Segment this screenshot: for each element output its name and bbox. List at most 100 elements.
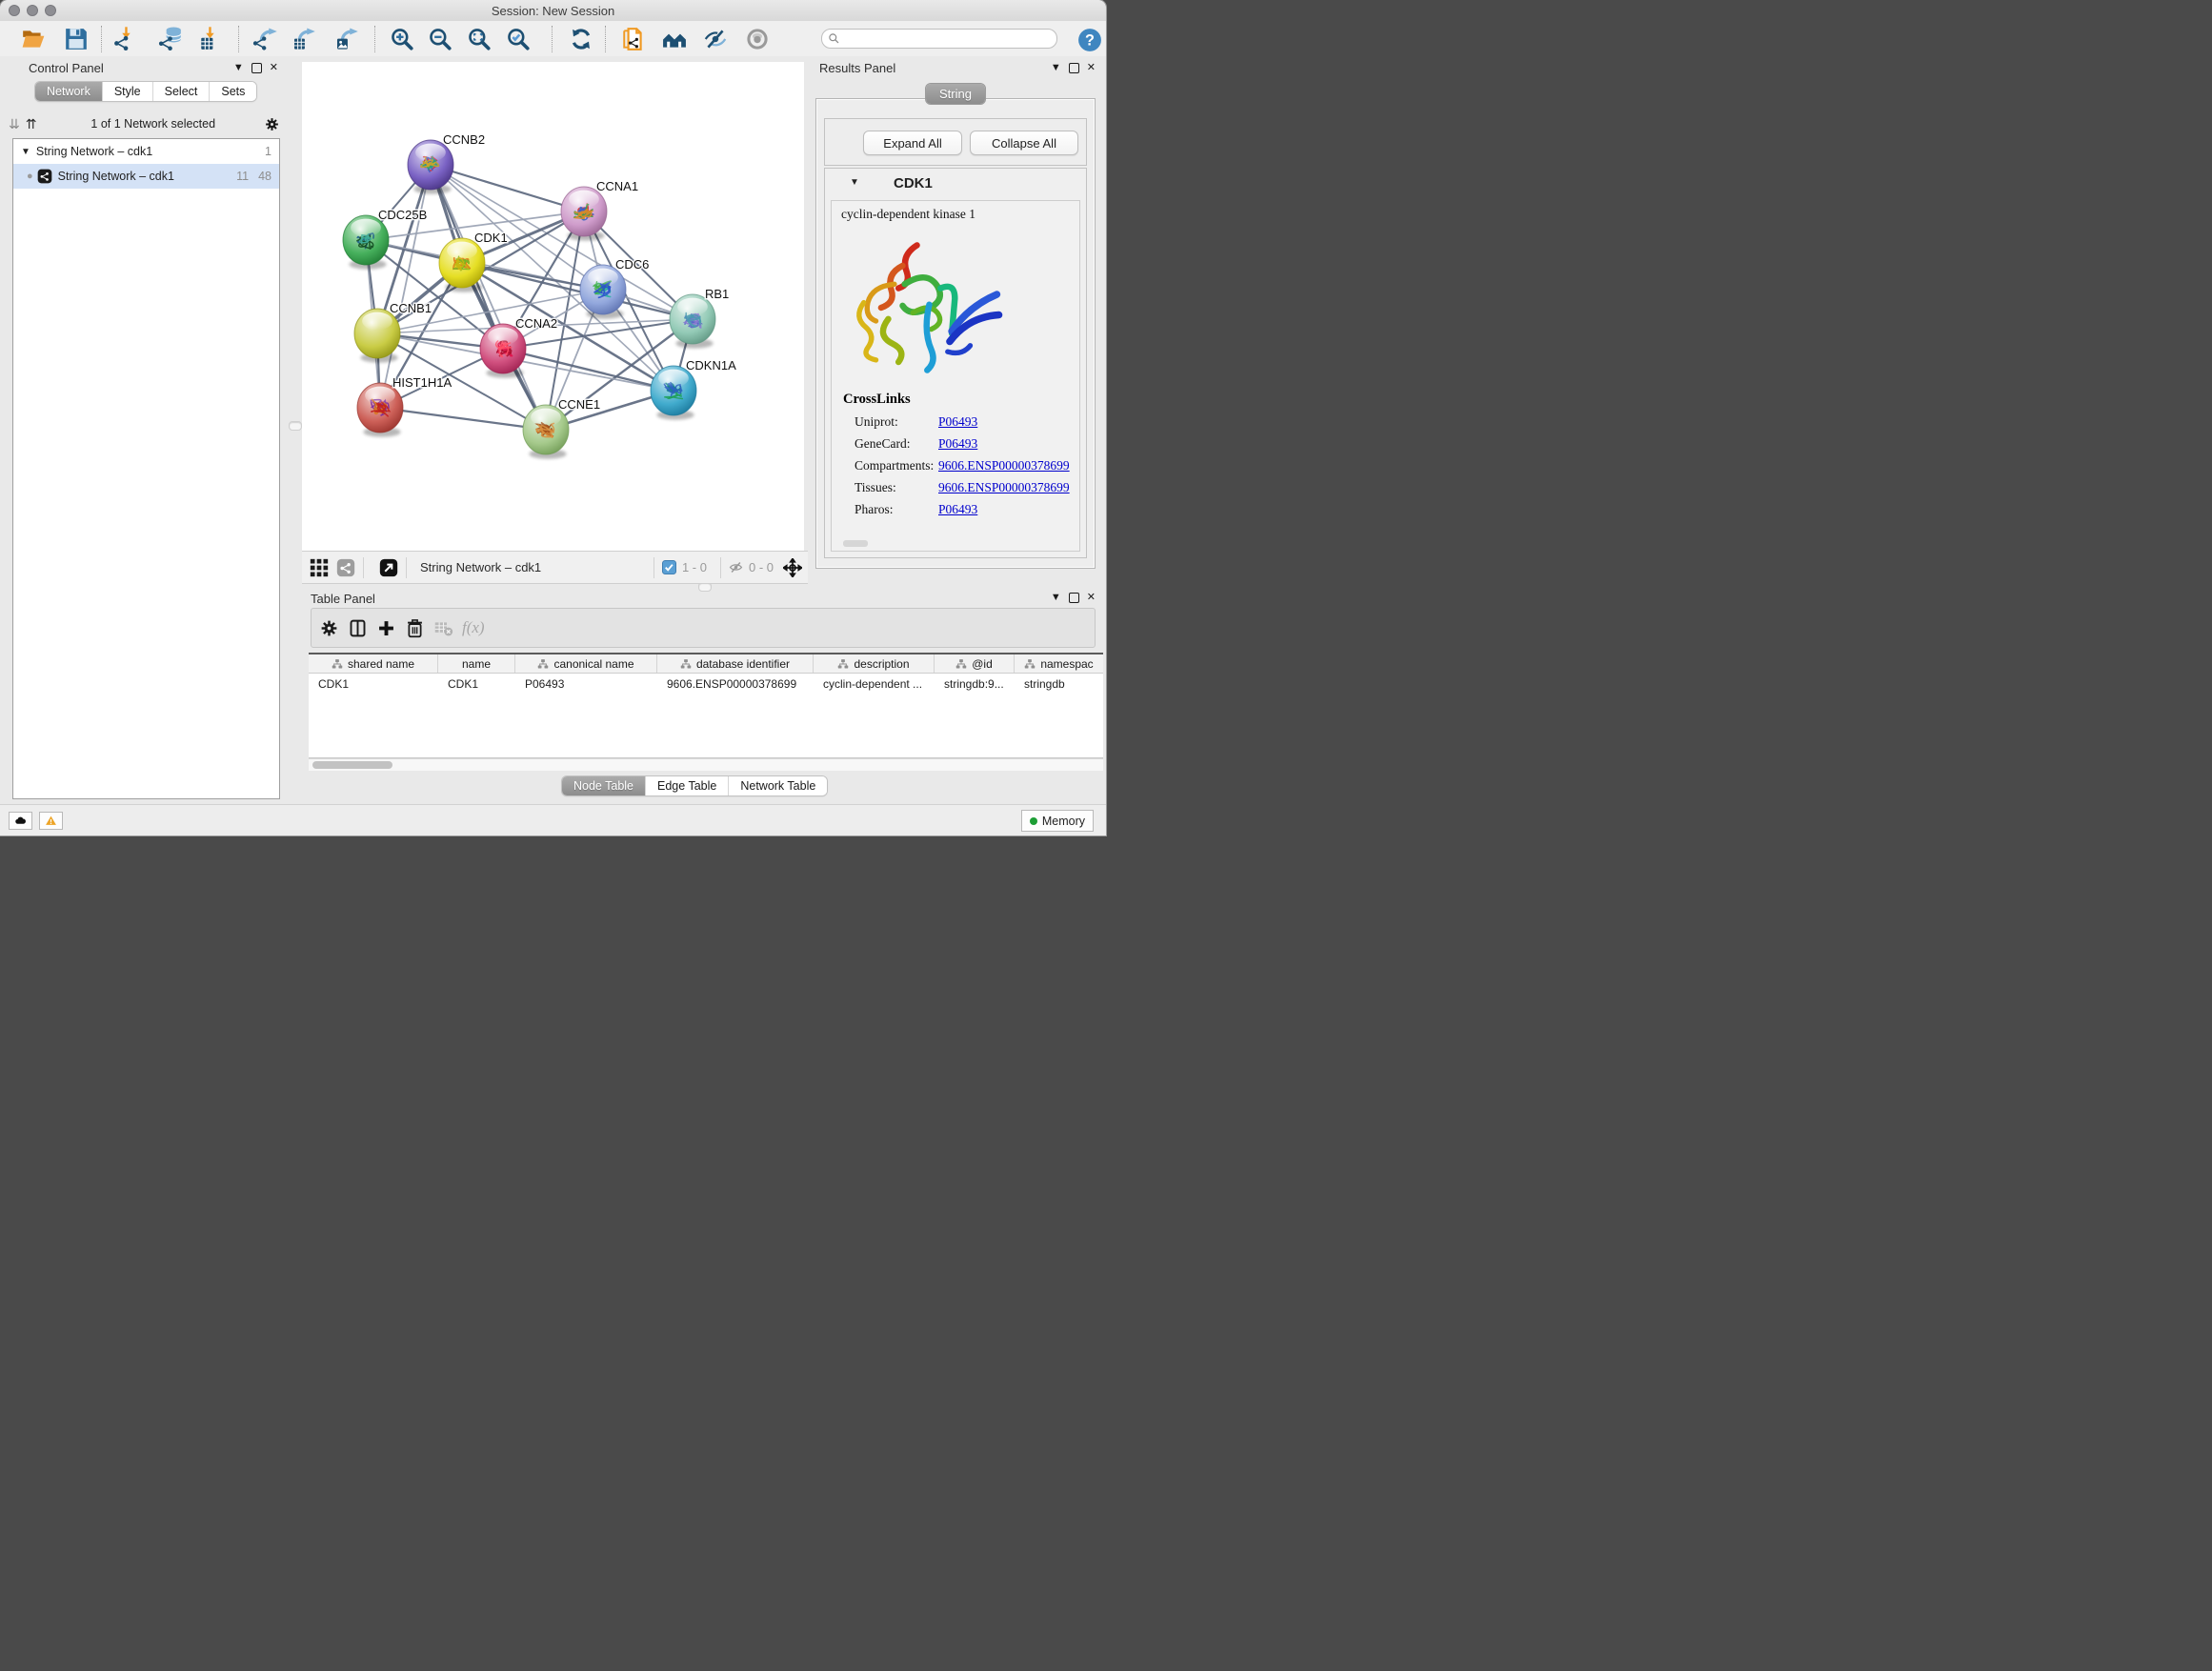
network-collection-row[interactable]: ▼ String Network – cdk1 1 (13, 139, 279, 164)
column-header-id[interactable]: @id (935, 654, 1015, 673)
delete-column-icon[interactable] (405, 618, 425, 638)
column-header-shared-name[interactable]: shared name (309, 654, 438, 673)
gene-section-header[interactable]: ▼ CDK1 (825, 169, 1086, 199)
column-header-description[interactable]: description (814, 654, 935, 673)
birds-eye-view-icon[interactable] (310, 558, 329, 577)
network-node-CDK1[interactable] (439, 238, 485, 292)
results-panel-title: Results Panel (819, 61, 895, 75)
tab-network[interactable]: Network (35, 82, 102, 101)
table-row[interactable]: CDK1 CDK1 P06493 9606.ENSP00000378699 cy… (309, 674, 1103, 695)
tab-string[interactable]: String (926, 84, 985, 104)
network-edge[interactable] (431, 165, 546, 430)
search-icon (828, 32, 840, 45)
import-network-database-icon[interactable] (158, 27, 183, 51)
tab-network-table[interactable]: Network Table (728, 776, 827, 795)
results-horizontal-scrollbar[interactable] (843, 540, 868, 547)
expand-all-networks-icon[interactable]: ⇈ (26, 117, 37, 131)
save-session-icon[interactable] (64, 27, 89, 51)
search-input[interactable] (840, 31, 1051, 47)
network-edge[interactable] (431, 165, 584, 211)
selected-count-checkbox-icon[interactable] (662, 560, 676, 574)
fit-selected-crosshair-icon[interactable] (783, 558, 802, 577)
import-table-icon[interactable] (196, 27, 221, 51)
apply-layout-icon[interactable] (569, 27, 593, 51)
tab-edge-table[interactable]: Edge Table (645, 776, 728, 795)
zoom-fit-icon[interactable] (467, 27, 492, 51)
gene-section: ▼ CDK1 cyclin-dependent kinase 1 (824, 168, 1087, 558)
zoom-selected-icon[interactable] (506, 27, 531, 51)
tab-node-table[interactable]: Node Table (562, 776, 645, 795)
network-node-CCNA2[interactable] (480, 324, 526, 378)
hide-selection-icon[interactable] (703, 27, 728, 51)
network-node-CCNB2[interactable] (408, 140, 453, 194)
collection-count: 1 (265, 145, 271, 158)
tab-select[interactable]: Select (152, 82, 210, 101)
detach-view-icon[interactable] (379, 558, 398, 577)
collection-expand-icon[interactable]: ▼ (21, 147, 30, 157)
results-panel-float-icon[interactable] (1069, 63, 1079, 73)
help-icon[interactable]: ? (1077, 28, 1099, 50)
network-canvas[interactable]: CCNB2CCNA1CDC25BCDK1CDC6RB1CCNB1CCNA2CDK… (302, 62, 804, 551)
export-network-icon[interactable] (252, 27, 277, 51)
network-node-CDC25B[interactable] (343, 215, 389, 270)
network-node-CCNB1[interactable] (354, 309, 400, 363)
cell-shared-name: CDK1 (309, 677, 438, 691)
table-panel-collapse-icon[interactable]: ▼ (1051, 592, 1061, 603)
import-network-file-icon[interactable] (112, 27, 137, 51)
crosslink-label: Pharos: (855, 502, 894, 517)
crosslink-link[interactable]: P06493 (938, 414, 977, 430)
application-window: Session: New Session ? Co (0, 0, 1106, 836)
crosslink-link[interactable]: 9606.ENSP00000378699 (938, 458, 1070, 473)
gene-collapse-icon[interactable]: ▼ (850, 177, 859, 188)
network-options-gear-icon[interactable] (264, 116, 280, 132)
scrollbar-thumb[interactable] (312, 761, 392, 769)
tab-sets[interactable]: Sets (209, 82, 256, 101)
sitemap-icon (332, 658, 343, 670)
network-node-CDKN1A[interactable] (651, 366, 696, 420)
network-edge[interactable] (380, 408, 546, 430)
zoom-out-icon[interactable] (428, 27, 452, 51)
export-table-icon[interactable] (291, 27, 315, 51)
export-image-icon[interactable] (333, 27, 358, 51)
first-neighbors-icon[interactable] (662, 27, 687, 51)
crosslink-link[interactable]: P06493 (938, 502, 977, 517)
network-node-label: CCNB2 (443, 132, 485, 147)
left-splitter-handle[interactable] (289, 421, 302, 431)
table-panel-float-icon[interactable] (1069, 593, 1079, 603)
column-header-canonical-name[interactable]: canonical name (515, 654, 657, 673)
network-row[interactable]: ● String Network – cdk1 11 48 (13, 164, 279, 189)
node-gloss (447, 242, 477, 260)
results-panel-close-icon[interactable]: ✕ (1087, 62, 1096, 73)
network-node-CCNE1[interactable] (523, 405, 569, 459)
show-columns-icon[interactable] (348, 618, 368, 638)
tab-style[interactable]: Style (102, 82, 152, 101)
column-header-database-identifier[interactable]: database identifier (657, 654, 814, 673)
control-panel-collapse-icon[interactable]: ▼ (233, 62, 244, 73)
network-node-RB1[interactable] (670, 294, 715, 349)
collapse-all-networks-icon[interactable]: ⇊ (9, 117, 20, 131)
collapse-all-button[interactable]: Collapse All (970, 131, 1078, 155)
warnings-button[interactable] (39, 812, 63, 830)
expand-all-button[interactable]: Expand All (863, 131, 962, 155)
results-panel-collapse-icon[interactable]: ▼ (1051, 62, 1061, 73)
crosslink-link[interactable]: P06493 (938, 436, 977, 452)
zoom-in-icon[interactable] (390, 27, 414, 51)
table-toolbar: f(x) (311, 608, 1096, 648)
network-node-HIST1H1A[interactable] (357, 383, 403, 437)
table-options-gear-icon[interactable] (319, 618, 339, 638)
memory-button[interactable]: Memory (1021, 810, 1094, 832)
network-overview-icon[interactable] (336, 558, 355, 577)
cloud-status-button[interactable] (9, 812, 32, 830)
control-panel-close-icon[interactable]: ✕ (270, 62, 278, 73)
column-header-name[interactable]: name (438, 654, 515, 673)
open-session-icon[interactable] (21, 27, 46, 51)
crosslink-link[interactable]: 9606.ENSP00000378699 (938, 480, 1070, 495)
table-horizontal-scrollbar[interactable] (309, 758, 1103, 771)
column-header-namespace[interactable]: namespac (1015, 654, 1103, 673)
network-node-CCNA1[interactable] (561, 187, 607, 241)
add-column-icon[interactable] (376, 618, 396, 638)
hidden-count-icon (729, 560, 743, 574)
control-panel-float-icon[interactable] (251, 63, 262, 73)
new-network-from-selection-icon[interactable] (621, 27, 646, 51)
table-panel-close-icon[interactable]: ✕ (1087, 592, 1096, 603)
